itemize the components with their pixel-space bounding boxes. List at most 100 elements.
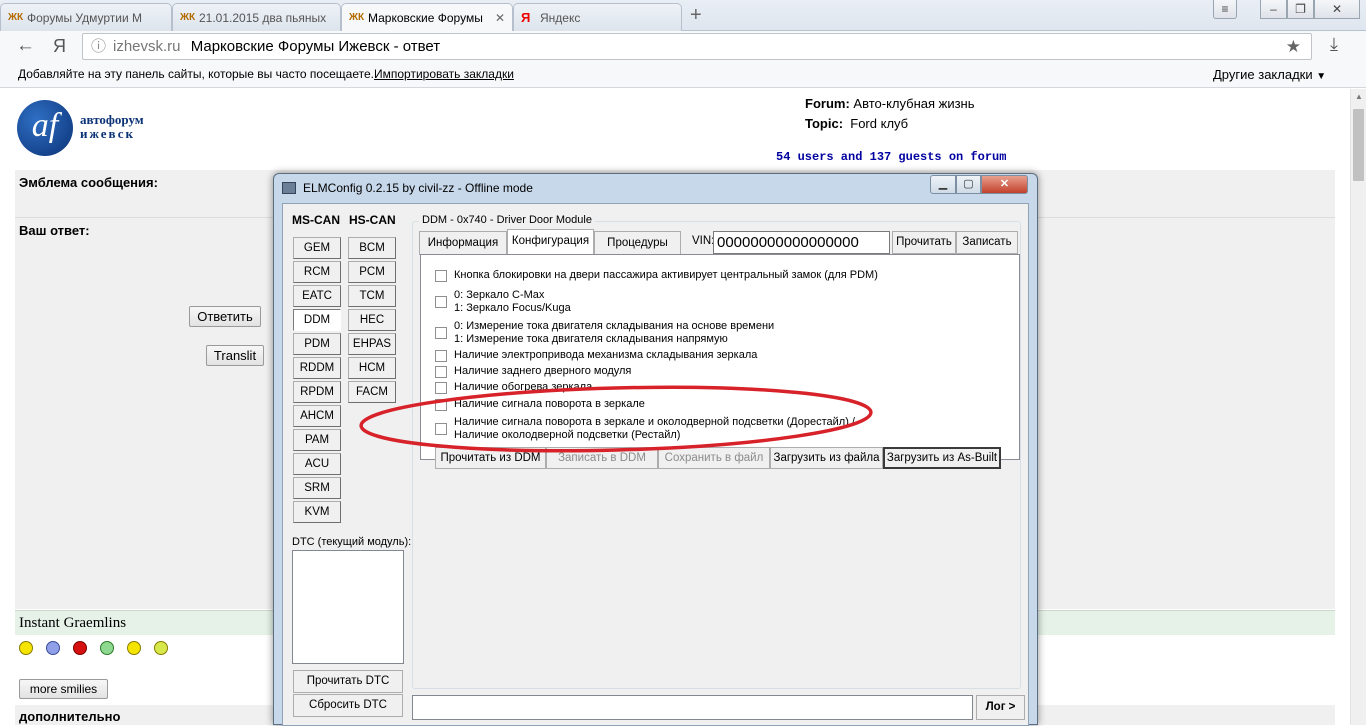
forum-value[interactable]: Авто-клубная жизнь: [853, 96, 974, 111]
scrollbar-thumb[interactable]: [1353, 109, 1364, 181]
module-button-rpdm[interactable]: RPDM: [293, 381, 341, 403]
tab-title: 21.01.2015 два пьяных: [199, 11, 327, 25]
log-input[interactable]: [412, 695, 973, 720]
site-logo[interactable]: af: [17, 100, 73, 156]
restore-icon[interactable]: ❐: [1287, 0, 1314, 19]
option-checkbox[interactable]: [435, 270, 447, 282]
vin-write-button[interactable]: Записать: [956, 231, 1018, 254]
menu-icon[interactable]: ≡: [1213, 0, 1237, 19]
module-button-acu[interactable]: ACU: [293, 453, 341, 475]
close-tab-icon[interactable]: ✕: [495, 11, 505, 25]
option-label: 0: Зеркало C-Max 1: Зеркало Focus/Kuga: [454, 289, 571, 314]
config-action-button-5[interactable]: Загрузить из As-Built: [883, 447, 1001, 469]
bookmarks-bar: Добавляйте на эту панель сайты, которые …: [0, 64, 1366, 88]
browser-tab-2[interactable]: ЖК 21.01.2015 два пьяных: [172, 3, 341, 31]
forum-favicon-icon: ЖК: [349, 12, 365, 23]
breadcrumb: Forum: Авто-клубная жизнь Topic: Ford кл…: [805, 94, 975, 134]
logo-mark: af: [31, 107, 59, 144]
address-title: Марковские Форумы Ижевск - ответ: [190, 38, 441, 55]
tab-procedures[interactable]: Процедуры: [594, 231, 681, 255]
download-icon[interactable]: ⤓: [1330, 34, 1338, 55]
window-client: MS-CAN HS-CAN DTC (текущий модуль): Проч…: [282, 203, 1029, 726]
module-button-ddm[interactable]: DDM: [293, 309, 341, 331]
reset-dtc-button[interactable]: Сбросить DTC: [293, 694, 403, 717]
chevron-down-icon: ▼: [1316, 71, 1327, 82]
module-button-hcm[interactable]: HCM: [348, 357, 396, 379]
option-checkbox[interactable]: [435, 327, 447, 339]
read-dtc-button[interactable]: Прочитать DTC: [293, 670, 403, 693]
module-button-ehpas[interactable]: EHPAS: [348, 333, 396, 355]
option-checkbox[interactable]: [435, 366, 447, 378]
close-icon[interactable]: ✕: [981, 175, 1028, 194]
maximize-icon[interactable]: ▢: [956, 175, 981, 194]
tab-info[interactable]: Информация: [419, 231, 507, 255]
option-label: Наличие электропривода механизма складыв…: [454, 349, 757, 362]
dtc-list[interactable]: [292, 550, 404, 664]
module-button-ahcm[interactable]: AHCM: [293, 405, 341, 427]
module-button-bcm[interactable]: BCM: [348, 237, 396, 259]
wink-icon[interactable]: [127, 641, 141, 655]
browser-tab-1[interactable]: ЖК Форумы Удмуртии М: [0, 3, 172, 31]
yandex-home-icon[interactable]: Я: [53, 36, 66, 57]
browser-tab-active[interactable]: ЖК Марковские Форумы ✕: [341, 3, 513, 32]
translit-button[interactable]: Translit: [206, 345, 264, 366]
module-button-eatc[interactable]: EATC: [293, 285, 341, 307]
smile-icon[interactable]: [19, 641, 33, 655]
option-line-2: 1: Зеркало Focus/Kuga: [454, 301, 571, 314]
option-checkbox[interactable]: [435, 296, 447, 308]
log-button[interactable]: Лог >: [976, 695, 1025, 720]
close-window-icon[interactable]: ✕: [1314, 0, 1360, 19]
module-button-rddm[interactable]: RDDM: [293, 357, 341, 379]
app-icon: [282, 182, 296, 194]
option-label: Наличие заднего дверного модуля: [454, 365, 631, 378]
tab-title: Форумы Удмуртии М: [27, 11, 142, 25]
window-titlebar[interactable]: ELMConfig 0.2.15 by civil-zz - Offline m…: [274, 174, 1037, 202]
vin-input[interactable]: 00000000000000000: [713, 231, 890, 254]
minimize-icon[interactable]: ▁: [930, 175, 956, 194]
hs-can-label: HS-CAN: [349, 213, 396, 227]
bookmark-star-icon[interactable]: ★: [1286, 34, 1301, 59]
browser-toolbar: ← Я ⓘ izhevsk.ru Марковские Форумы Ижевс…: [0, 31, 1366, 64]
emblem-label: Эмблема сообщения:: [19, 175, 158, 190]
browser-tab-4[interactable]: Я Яндекс: [513, 3, 682, 31]
module-button-pam[interactable]: PAM: [293, 429, 341, 451]
module-button-tcm[interactable]: TCM: [348, 285, 396, 307]
new-tab-icon[interactable]: +: [690, 4, 702, 27]
import-bookmarks-link[interactable]: Импортировать закладки: [374, 64, 514, 84]
module-button-pcm[interactable]: PCM: [348, 261, 396, 283]
back-arrow-icon[interactable]: ←: [16, 35, 35, 57]
address-domain: izhevsk.ru: [113, 38, 181, 55]
module-button-kvm[interactable]: KVM: [293, 501, 341, 523]
scroll-up-icon[interactable]: ▲: [1355, 92, 1363, 101]
module-button-rcm[interactable]: RCM: [293, 261, 341, 283]
module-button-srm[interactable]: SRM: [293, 477, 341, 499]
topic-value[interactable]: Ford клуб: [850, 116, 908, 131]
online-count: 54 users and 137 guests on forum: [776, 150, 1007, 164]
mad-icon[interactable]: [73, 641, 87, 655]
more-smilies-button[interactable]: more smilies: [19, 679, 108, 699]
reply-button[interactable]: Ответить: [189, 306, 261, 327]
option-checkbox[interactable]: [435, 350, 447, 362]
logo-text: автофорум ижевск: [80, 113, 144, 141]
page-scrollbar[interactable]: ▲: [1350, 89, 1366, 725]
forum-favicon-icon: ЖК: [180, 12, 196, 23]
vin-read-button[interactable]: Прочитать: [892, 231, 956, 254]
page-info-icon[interactable]: ⓘ: [91, 34, 106, 59]
module-button-pdm[interactable]: PDM: [293, 333, 341, 355]
tab-config[interactable]: Конфигурация: [507, 229, 594, 255]
address-bar[interactable]: ⓘ izhevsk.ru Марковские Форумы Ижевск - …: [82, 33, 1312, 60]
forum-favicon-icon: ЖК: [8, 12, 24, 23]
forum-label: Forum:: [805, 96, 850, 111]
logo-line-1: автофорум: [80, 112, 144, 127]
option-line-1: Наличие электропривода механизма складыв…: [454, 349, 758, 361]
module-tabs: Информация Конфигурация Процедуры VIN: 0…: [419, 229, 1019, 255]
module-button-gem[interactable]: GEM: [293, 237, 341, 259]
other-bookmarks[interactable]: Другие закладки ▼: [1213, 65, 1326, 87]
dtc-label: DTC (текущий модуль):: [292, 536, 412, 548]
module-button-hec[interactable]: HEC: [348, 309, 396, 331]
frown-icon[interactable]: [46, 641, 60, 655]
minimize-icon[interactable]: –: [1260, 0, 1287, 19]
yandex-icon: Я: [521, 10, 531, 25]
grin-icon[interactable]: [100, 641, 114, 655]
laugh-icon[interactable]: [154, 641, 168, 655]
